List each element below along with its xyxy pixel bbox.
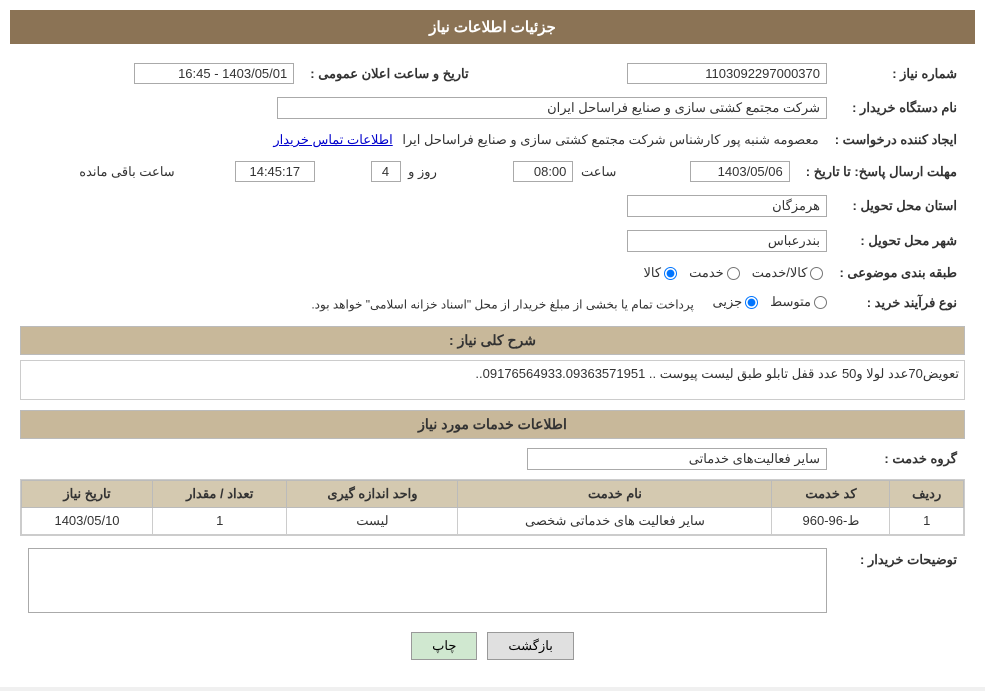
shomare-niaz-label: شماره نیاز :: [835, 59, 965, 88]
cell-tedaad: 1: [153, 507, 287, 534]
mohlat-date-value: 1403/05/06: [690, 161, 790, 182]
col-vahed: واحد اندازه گیری: [287, 480, 458, 507]
col-tedaad: تعداد / مقدار: [153, 480, 287, 507]
cell-kod: ط-96-960: [772, 507, 890, 534]
sharh-section-title: شرح کلی نیاز :: [20, 326, 965, 355]
goroh-khadamat-label: گروه خدمت :: [835, 444, 965, 474]
col-radif: ردیف: [890, 480, 964, 507]
shomare-niaz-value: 1103092297000370: [627, 63, 827, 84]
nooe-farayand-label: نوع فرآیند خرید :: [835, 290, 965, 316]
mohlat-roz-value: 4: [371, 161, 401, 182]
shahr-value: بندرعباس: [627, 230, 827, 252]
tabaqe-option-khedmat[interactable]: خدمت: [689, 265, 740, 281]
tabaqe-label: طبقه بندی موضوعی :: [831, 261, 965, 285]
services-table: ردیف کد خدمت نام خدمت واحد اندازه گیری ت…: [21, 480, 964, 535]
nooe-farayand-radio-group: متوسط جزیی: [712, 294, 827, 310]
ostan-label: استان محل تحویل :: [835, 191, 965, 221]
farayand-option-motaveset[interactable]: متوسط: [770, 294, 827, 310]
print-button[interactable]: چاپ: [411, 632, 477, 660]
mohlat-time-value: 14:45:17: [235, 161, 315, 182]
mohlat-label: مهلت ارسال پاسخ: تا تاریخ :: [798, 157, 965, 186]
button-row: بازگشت چاپ: [20, 632, 965, 660]
naam-dastgah-value: شرکت مجتمع کشتی سازی و صنایع فراساحل ایر…: [277, 97, 827, 119]
col-tarikh: تاریخ نیاز: [22, 480, 153, 507]
tarikh-elan-label: تاریخ و ساعت اعلان عمومی :: [302, 59, 488, 88]
table-row: 1ط-96-960سایر فعالیت های خدماتی شخصیلیست…: [22, 507, 964, 534]
tosif-label: توضیحات خریدار :: [835, 544, 965, 620]
cell-tarikh: 1403/05/10: [22, 507, 153, 534]
goroh-khadamat-value: سایر فعالیت‌های خدماتی: [527, 448, 827, 470]
ijad-konande-value: معصومه شنبه پور کارشناس شرکت مجتمع کشتی …: [402, 132, 818, 147]
saat-label-static: ساعت: [581, 164, 616, 179]
mohlat-saat-value: 08:00: [513, 161, 573, 182]
col-naam: نام خدمت: [458, 480, 772, 507]
tabaqe-radio-group: کالا/خدمت خدمت کالا: [28, 265, 823, 281]
back-button[interactable]: بازگشت: [487, 632, 573, 660]
roz-label-static: روز و: [408, 164, 437, 179]
tabaqe-option-kala-khedmat[interactable]: کالا/خدمت: [752, 265, 824, 281]
col-kod: کد خدمت: [772, 480, 890, 507]
page-title: جزئیات اطلاعات نیاز: [10, 10, 975, 44]
shahr-label: شهر محل تحویل :: [835, 226, 965, 256]
cell-radif: 1: [890, 507, 964, 534]
cell-naam: سایر فعالیت های خدماتی شخصی: [458, 507, 772, 534]
farayand-note: پرداخت تمام یا بخشی از مبلغ خریدار از مح…: [311, 298, 694, 312]
services-table-wrapper: ردیف کد خدمت نام خدمت واحد اندازه گیری ت…: [20, 479, 965, 536]
farayand-option-jozi[interactable]: جزیی: [712, 294, 758, 310]
naam-dastgah-label: نام دستگاه خریدار :: [835, 93, 965, 123]
ostan-value: هرمزگان: [627, 195, 827, 217]
tosif-textarea[interactable]: [28, 548, 827, 613]
tarikh-elan-value: 1403/05/01 - 16:45: [134, 63, 294, 84]
ijad-konande-link[interactable]: اطلاعات تماس خریدار: [273, 132, 392, 147]
khadamat-section-title: اطلاعات خدمات مورد نیاز: [20, 410, 965, 439]
ijad-konande-label: ایجاد کننده درخواست :: [827, 128, 965, 152]
sharh-value: تعویض70عدد لولا و50 عدد قفل تابلو طبق لی…: [475, 366, 959, 381]
mohlat-mande: ساعت باقی مانده: [20, 157, 183, 186]
tabaqe-option-kala[interactable]: کالا: [644, 265, 678, 281]
cell-vahed: لیست: [287, 507, 458, 534]
